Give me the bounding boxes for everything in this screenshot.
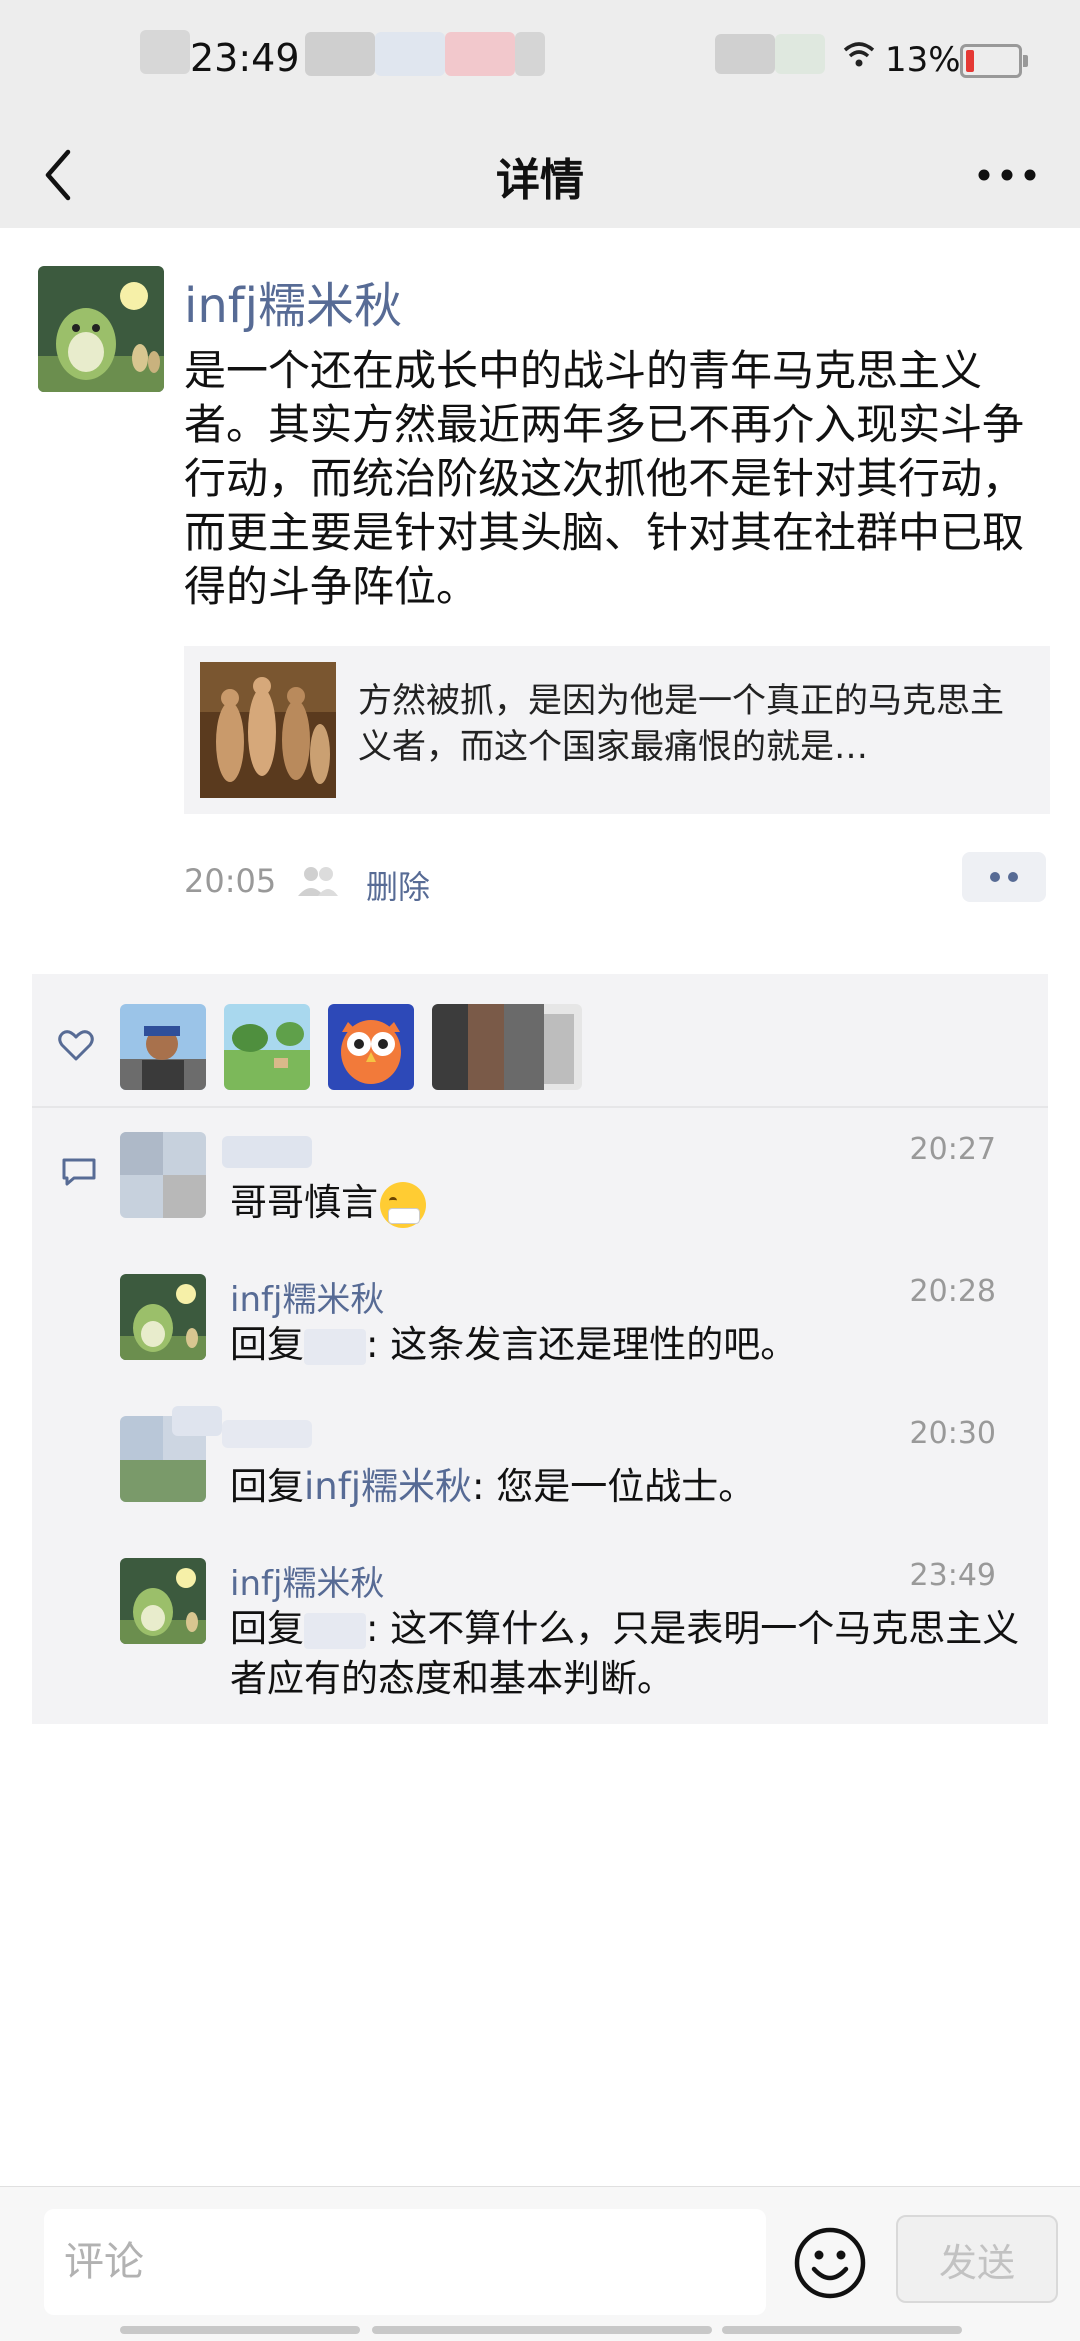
blurred-commenter-name: [222, 1420, 312, 1448]
comment-text: 哥哥慎言: [230, 1178, 1030, 1228]
comment-time: 20:28: [909, 1274, 996, 1309]
post-author-name[interactable]: infj糯米秋: [184, 266, 402, 336]
delete-button[interactable]: 删除: [366, 862, 430, 908]
commenter-avatar[interactable]: [120, 1274, 206, 1360]
reply-prefix: 回复: [230, 1465, 304, 1508]
blurred-status-icon: [445, 32, 515, 76]
smiley-icon[interactable]: [792, 2225, 868, 2301]
comment-time: 20:27: [909, 1132, 996, 1167]
heart-icon: [58, 1030, 94, 1061]
comment-time: 23:49: [909, 1558, 996, 1593]
like-avatar[interactable]: [432, 1004, 582, 1090]
like-comment-action-button[interactable]: [962, 852, 1046, 902]
home-indicator: [120, 2326, 360, 2334]
home-indicator: [372, 2326, 712, 2334]
link-title: 方然被抓，是因为他是一个真正的马克思主义者，而这个国家最痛恨的就是…: [358, 681, 1004, 767]
post-time: 20:05: [184, 862, 277, 900]
comment-text-content: 哥哥慎言: [230, 1181, 378, 1224]
blurred-commenter-name: [172, 1406, 222, 1436]
more-horizontal-icon[interactable]: [972, 158, 1042, 192]
comment-text-content: : 这条发言还是理性的吧。: [366, 1323, 798, 1366]
battery-level: [966, 50, 974, 72]
blurred-status-icon: [515, 32, 545, 76]
page-title: 详情: [496, 155, 584, 206]
commenter-name[interactable]: infj糯米秋: [230, 1272, 384, 1321]
status-time: 23:49: [190, 36, 300, 80]
mask-face-emoji: [380, 1181, 426, 1228]
home-indicator: [722, 2326, 962, 2334]
comment-text: 回复 : 这条发言还是理性的吧。: [230, 1320, 1030, 1370]
masked-reply-name: [304, 1612, 366, 1649]
friends-icon: [298, 867, 338, 896]
comment-text: 回复: 这不算什么，只是表明一个马克思主义者应有的态度和基本判断。: [230, 1604, 1030, 1704]
status-bar: 23:49 13%: [0, 0, 1080, 120]
comment-input-bar: 发送: [0, 2186, 1080, 2341]
comment-text: 回复infj糯米秋: 您是一位战士。: [230, 1462, 1030, 1512]
blurred-status-icon: [305, 32, 375, 76]
link-thumbnail: [200, 662, 336, 798]
commenter-avatar[interactable]: [120, 1558, 206, 1644]
wifi-icon: [843, 42, 875, 67]
blurred-status-icon: [140, 30, 190, 74]
battery-percentage: 13%: [885, 40, 961, 80]
like-avatar[interactable]: [120, 1004, 206, 1090]
commenter-name[interactable]: infj糯米秋: [230, 1556, 384, 1605]
author-avatar[interactable]: [38, 266, 164, 392]
comment-icon: [62, 1158, 96, 1186]
reply-target-name[interactable]: infj糯米秋: [304, 1465, 472, 1508]
comment-text-content: : 您是一位战士。: [472, 1465, 756, 1508]
blurred-commenter-name: [222, 1136, 312, 1168]
post-text: 是一个还在成长中的战斗的青年马克思主义者。其实方然最近两年多已不再介入现实斗争行…: [184, 346, 1025, 611]
comment-time: 20:30: [909, 1416, 996, 1451]
blurred-status-icon: [375, 32, 445, 76]
reply-prefix: 回复: [230, 1607, 304, 1650]
like-avatar[interactable]: [224, 1004, 310, 1090]
send-button[interactable]: 发送: [896, 2215, 1058, 2303]
action-dots-icon: [990, 872, 1018, 882]
blurred-status-icon: [775, 34, 825, 74]
shared-link-card[interactable]: 方然被抓，是因为他是一个真正的马克思主义者，而这个国家最痛恨的就是…: [184, 646, 1050, 814]
commenter-avatar[interactable]: [120, 1132, 206, 1218]
nav-bar: 详情: [0, 120, 1080, 228]
battery-icon: [960, 44, 1028, 78]
reply-prefix: 回复: [230, 1323, 304, 1366]
interaction-area: 20:27 哥哥慎言 infj糯米秋 20:28 回复 : 这条发言还是理性的吧。…: [32, 974, 1048, 1724]
comment-input[interactable]: [44, 2209, 766, 2315]
likes-row: [32, 974, 1048, 1108]
blurred-status-icon: [715, 34, 775, 74]
masked-reply-name: [304, 1328, 366, 1365]
like-avatar[interactable]: [328, 1004, 414, 1090]
